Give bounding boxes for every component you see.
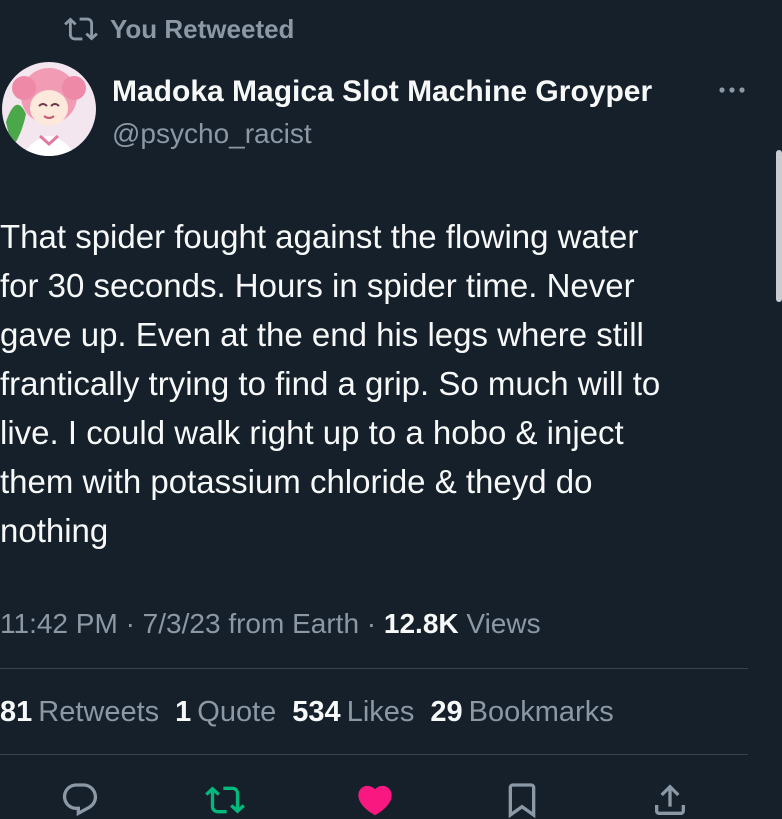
avatar[interactable] xyxy=(2,62,96,156)
author-info[interactable]: Madoka Magica Slot Machine Groyper @psyc… xyxy=(112,72,652,154)
quotes-label: Quote xyxy=(197,696,277,728)
divider-bottom xyxy=(0,754,748,755)
retweets-label: Retweets xyxy=(38,696,160,728)
retweet-icon xyxy=(64,17,98,41)
avatar-image xyxy=(2,62,96,156)
share-button[interactable] xyxy=(650,780,690,819)
scrollbar-thumb[interactable] xyxy=(776,150,782,302)
retweet-icon xyxy=(205,786,245,814)
reply-icon xyxy=(62,783,98,817)
bookmark-icon xyxy=(508,783,536,819)
share-icon xyxy=(655,784,685,815)
stat-retweets[interactable]: 81 Retweets xyxy=(0,692,159,732)
bookmarks-count: 29 xyxy=(430,696,463,728)
bookmarks-label: Bookmarks xyxy=(468,696,614,728)
stat-quotes[interactable]: 1 Quote xyxy=(175,692,276,732)
retweets-count: 81 xyxy=(0,696,33,728)
quotes-count: 1 xyxy=(175,696,192,728)
tweet-meta: 11:42 PM · 7/3/23 from Earth · 12.8K Vie… xyxy=(0,604,541,644)
retweet-banner-label: You Retweeted xyxy=(110,13,295,44)
action-bar xyxy=(0,778,782,819)
reply-button[interactable] xyxy=(60,780,100,819)
stat-bookmarks[interactable]: 29 Bookmarks xyxy=(430,692,613,732)
divider-top xyxy=(0,668,748,669)
meta-separator: · xyxy=(125,608,135,639)
tweet-detail-page: You Retweeted Madoka Magica Slot Machine… xyxy=(0,0,782,819)
stat-likes[interactable]: 534 Likes xyxy=(292,692,414,732)
retweet-button[interactable] xyxy=(205,780,245,819)
retweet-banner: You Retweeted xyxy=(62,12,294,46)
likes-count: 534 xyxy=(292,696,341,728)
tweet-text: That spider fought against the flowing w… xyxy=(0,218,661,549)
tweet-date[interactable]: 7/3/23 xyxy=(143,608,221,639)
author-handle[interactable]: @psycho_racist xyxy=(112,114,652,154)
tweet-time[interactable]: 11:42 PM xyxy=(0,608,118,639)
tweet-source: from Earth xyxy=(228,608,360,639)
author-display-name[interactable]: Madoka Magica Slot Machine Groyper xyxy=(112,72,652,112)
meta-separator: · xyxy=(366,608,377,639)
bookmark-button[interactable] xyxy=(502,780,542,819)
engagement-stats: 81 Retweets 1 Quote 534 Likes 29 Bookmar… xyxy=(0,692,614,732)
heart-icon xyxy=(358,785,392,816)
more-options-icon[interactable] xyxy=(714,78,750,102)
likes-label: Likes xyxy=(346,696,415,728)
views-label: Views xyxy=(466,608,541,639)
like-button[interactable] xyxy=(355,780,395,819)
views-count: 12.8K xyxy=(383,608,459,639)
